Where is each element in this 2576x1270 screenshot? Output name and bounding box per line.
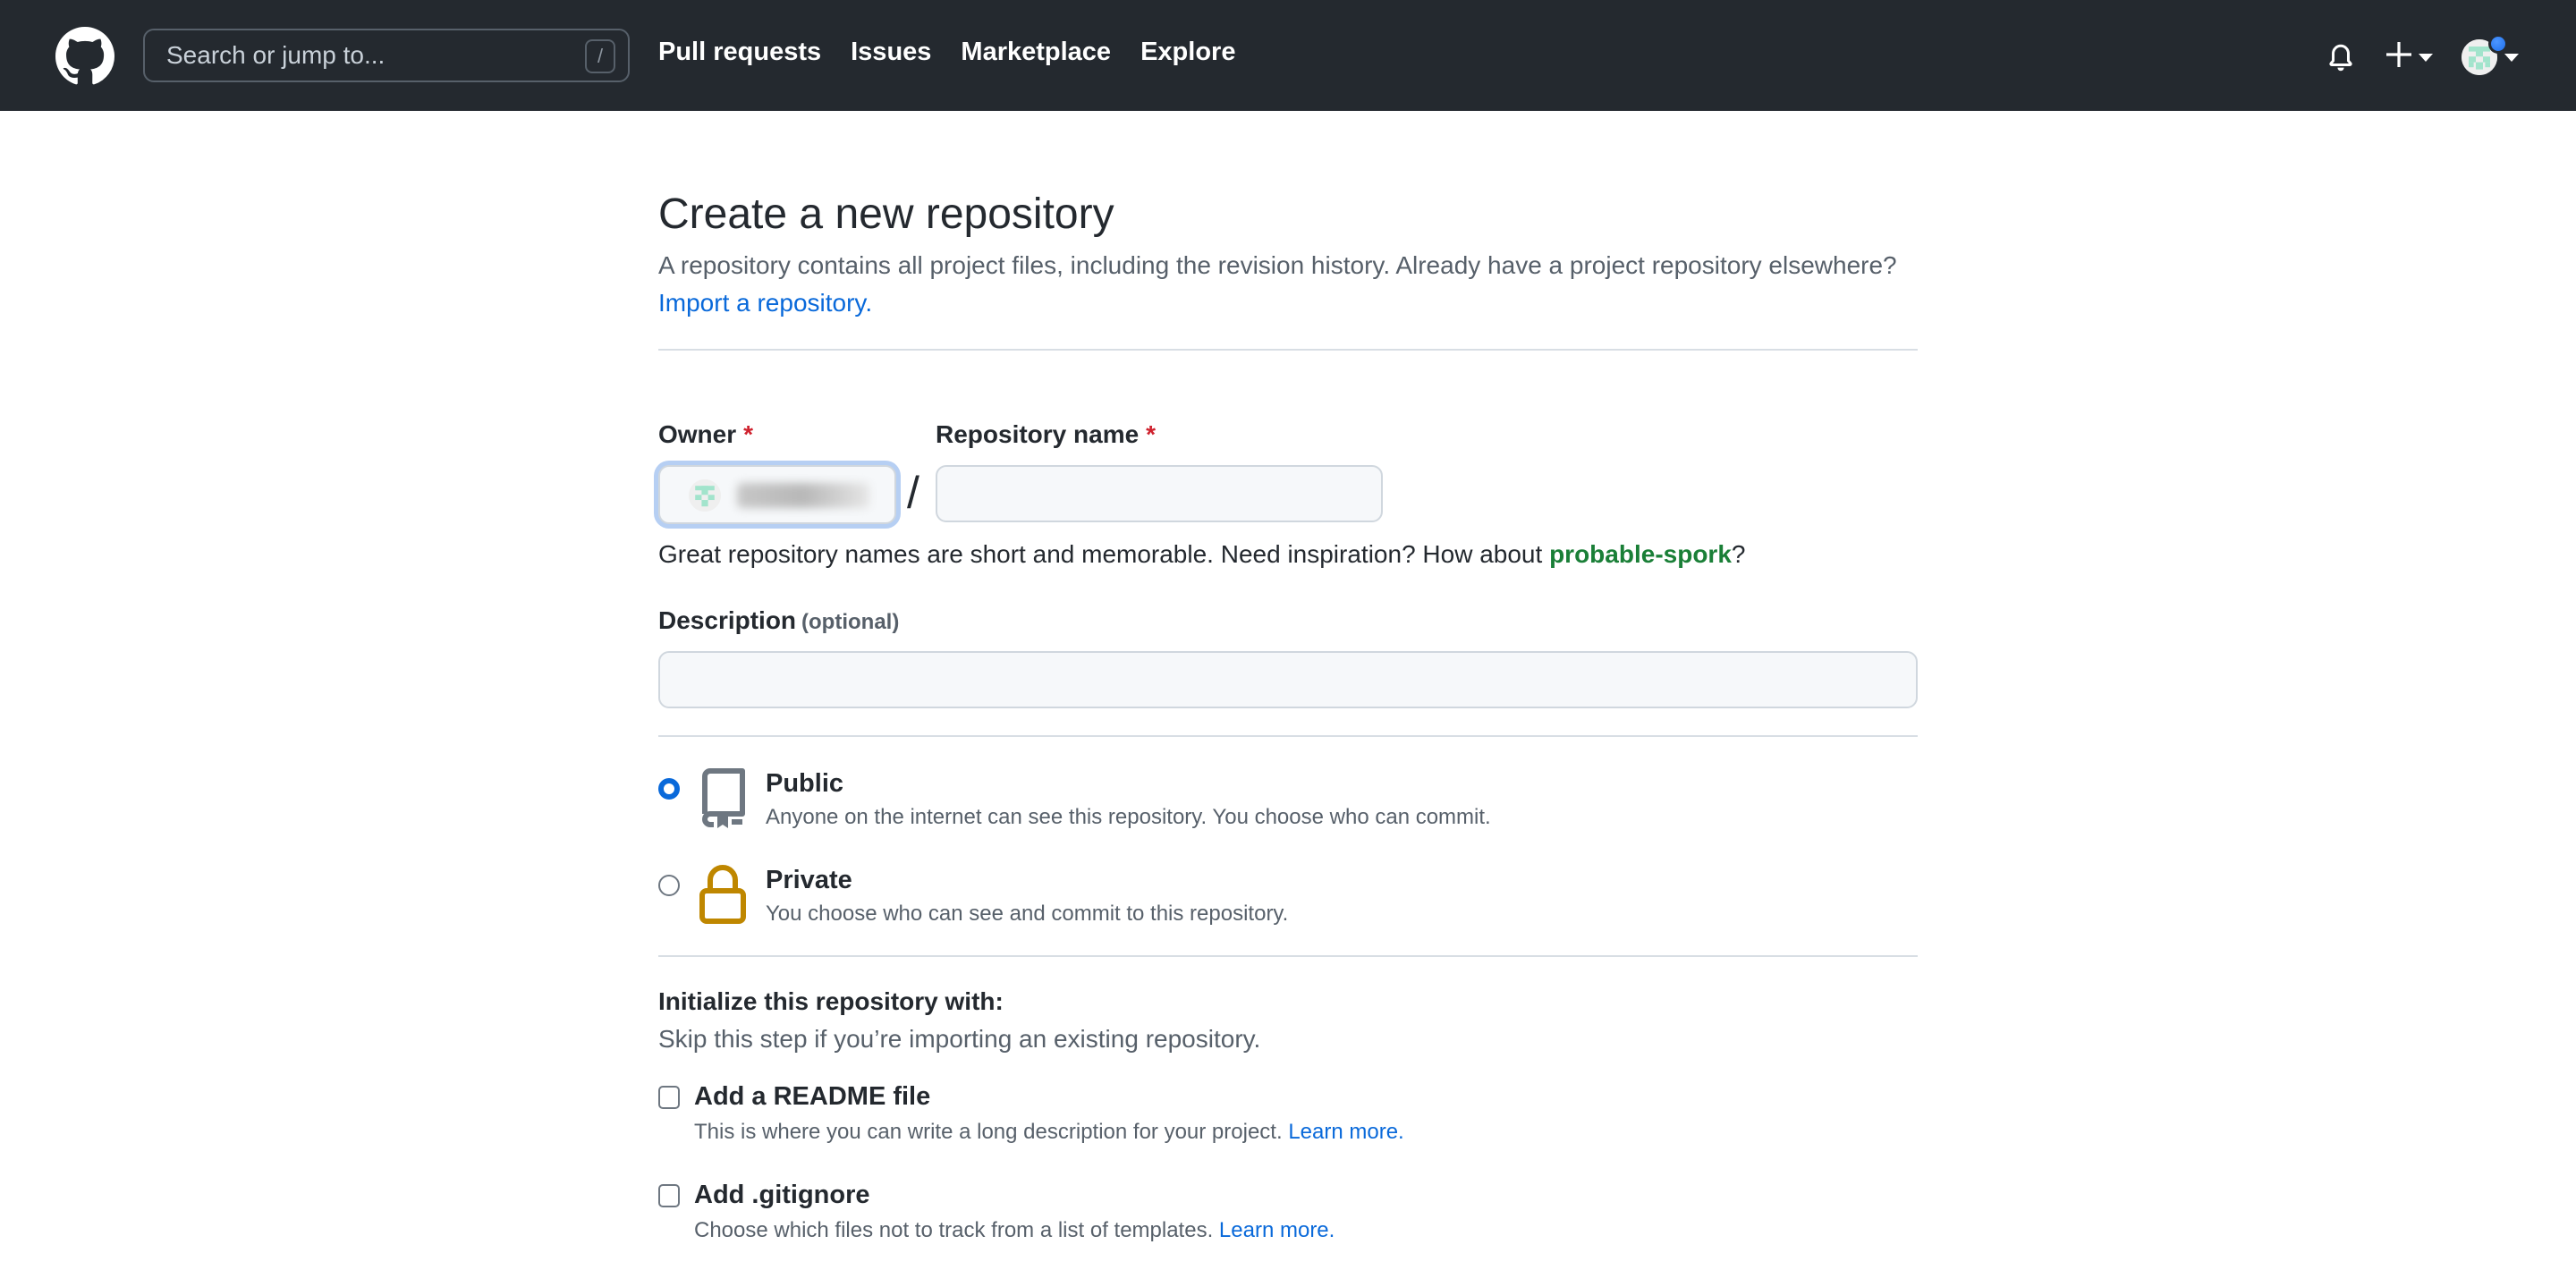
search-placeholder: Search or jump to... [166, 41, 386, 69]
required-mark: * [1146, 420, 1157, 448]
readme-checkbox[interactable] [658, 1086, 680, 1109]
chevron-down-icon[interactable] [2504, 54, 2519, 62]
owner-avatar [689, 479, 721, 512]
suggested-repo-name[interactable]: probable-spork [1549, 540, 1732, 568]
owner-label-text: Owner [658, 420, 737, 448]
gitignore-description: Choose which files not to track from a l… [694, 1218, 1335, 1243]
page-title: Create a new repository [658, 190, 1114, 238]
initialize-subtitle: Skip this step if you’re importing an ex… [658, 1025, 1261, 1053]
gitignore-checkbox[interactable] [658, 1184, 680, 1207]
public-radio[interactable] [658, 778, 680, 800]
notification-status-dot [2488, 34, 2508, 54]
optional-tag: (optional) [801, 610, 900, 634]
initialize-title: Initialize this repository with: [658, 987, 1004, 1015]
nav-marketplace[interactable]: Marketplace [961, 38, 1111, 67]
search-shortcut-key: / [585, 39, 615, 73]
owner-name-redacted [737, 483, 869, 508]
private-title: Private [766, 866, 852, 894]
readme-title: Add a README file [694, 1082, 931, 1111]
gitignore-title: Add .gitignore [694, 1181, 870, 1209]
public-title: Public [766, 769, 844, 798]
owner-dropdown[interactable] [658, 465, 896, 524]
description-label-text: Description [658, 606, 797, 634]
private-description: You choose who can see and commit to thi… [766, 902, 1289, 926]
readme-description-text: This is where you can write a long descr… [694, 1120, 1283, 1144]
bell-icon[interactable] [2326, 41, 2356, 73]
divider [658, 735, 1918, 737]
nav-issues[interactable]: Issues [851, 38, 931, 67]
repo-name-hint: Great repository names are short and mem… [658, 540, 1745, 569]
description-label: Description (optional) [658, 606, 899, 635]
nav-explore[interactable]: Explore [1140, 38, 1235, 67]
repo-name-label: Repository name * [936, 420, 1156, 449]
github-logo-icon[interactable] [55, 27, 114, 86]
readme-description: This is where you can write a long descr… [694, 1120, 1404, 1145]
nav-pull-requests[interactable]: Pull requests [658, 38, 821, 67]
plus-icon[interactable] [2386, 41, 2411, 68]
gitignore-description-text: Choose which files not to track from a l… [694, 1218, 1214, 1242]
repo-icon [702, 768, 745, 828]
primary-nav: Pull requests Issues Marketplace Explore [658, 38, 1265, 67]
chevron-down-icon[interactable] [2419, 54, 2433, 62]
hint-suffix: ? [1731, 540, 1746, 568]
gitignore-learn-more-link[interactable]: Learn more. [1219, 1218, 1335, 1242]
required-mark: * [743, 420, 754, 448]
page-description: A repository contains all project files,… [658, 247, 1918, 322]
page-description-text: A repository contains all project files,… [658, 251, 1897, 279]
description-input[interactable] [658, 651, 1918, 708]
owner-repo-separator: / [907, 468, 919, 518]
import-repository-link[interactable]: Import a repository. [658, 289, 872, 317]
public-description: Anyone on the internet can see this repo… [766, 805, 1491, 829]
top-navigation-bar: Search or jump to... / Pull requests Iss… [0, 0, 2576, 111]
private-radio[interactable] [658, 875, 680, 896]
repo-name-input[interactable] [936, 465, 1383, 522]
lock-icon [699, 865, 746, 924]
divider [658, 349, 1918, 351]
readme-learn-more-link[interactable]: Learn more. [1288, 1120, 1403, 1144]
search-input[interactable]: Search or jump to... / [143, 29, 630, 82]
repo-name-hint-text: Great repository names are short and mem… [658, 540, 1543, 568]
repo-name-label-text: Repository name [936, 420, 1140, 448]
divider [658, 955, 1918, 957]
owner-label: Owner * [658, 420, 753, 449]
